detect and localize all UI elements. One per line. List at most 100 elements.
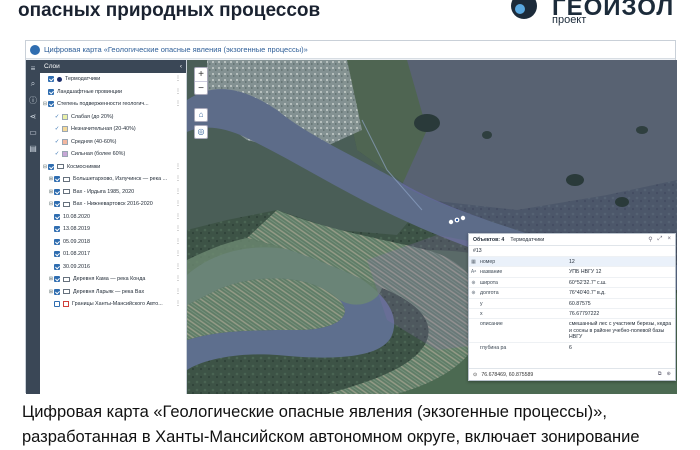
layer-menu-icon[interactable]: ⋮: [175, 175, 181, 182]
globe-icon: ⊕: [471, 279, 476, 286]
map-view[interactable]: + − ⌂ ◎ Объектов: 4 Термодатчики ⚲ ⤢ × #…: [187, 60, 677, 394]
layer-item[interactable]: ⊟ Вах - Нижневартовск 2016-2020 ⋮: [40, 198, 186, 211]
attribute-value: смешанный лес с участием березы, кедра и…: [569, 321, 672, 341]
layer-menu-icon[interactable]: ⋮: [175, 225, 181, 232]
legend-check-icon: ✓: [54, 151, 60, 158]
layer-label: Степень подверженности геологич...: [57, 101, 149, 108]
legend-check-icon: ✓: [54, 138, 60, 145]
layer-item[interactable]: ⊞ Деревня Ларьяк — река Вах ⋮: [40, 286, 186, 299]
layer-label: 05.09.2018: [63, 238, 90, 245]
layer-menu-icon[interactable]: ⋮: [175, 250, 181, 257]
folder-icon: [63, 276, 70, 282]
layer-menu-icon[interactable]: ⋮: [175, 288, 181, 295]
layer-checkbox[interactable]: [48, 88, 54, 95]
layer-menu-icon[interactable]: ⋮: [175, 163, 181, 170]
layer-item[interactable]: ⊞ Большетархово, Излучинск — река ... ⋮: [40, 173, 186, 186]
layer-checkbox[interactable]: [54, 263, 60, 270]
layer-item[interactable]: ⊟ Космоснимки ⋮: [40, 161, 186, 174]
attribute-row: Aᵃ название УПБ НВГУ 12: [469, 266, 675, 276]
layer-menu-icon[interactable]: ⋮: [175, 88, 181, 95]
attribute-key: долгота: [480, 290, 499, 297]
layer-checkbox[interactable]: [54, 301, 60, 308]
layer-checkbox[interactable]: [54, 238, 60, 245]
layer-item[interactable]: ✓ Средняя (40-60%): [40, 136, 186, 149]
layer-checkbox[interactable]: [48, 163, 54, 170]
caption-line: Цифровая карта «Геологические опасные яв…: [22, 403, 607, 421]
locate-icon[interactable]: ◎: [194, 125, 208, 139]
home-icon[interactable]: ⌂: [194, 108, 208, 122]
attribute-row: ⊕ широта 60°52'32.7" с.ш.: [469, 276, 675, 287]
layers-icon[interactable]: ≡: [26, 60, 40, 76]
layer-menu-icon[interactable]: ⋮: [175, 238, 181, 245]
layer-item[interactable]: Ландшафтные провинции ⋮: [40, 86, 186, 99]
legend-swatch: [62, 151, 68, 158]
copy-icon[interactable]: ⧉: [658, 371, 662, 378]
folder-icon: [63, 289, 70, 295]
slide-caption: Цифровая карта «Геологические опасные яв…: [22, 400, 682, 450]
layer-checkbox[interactable]: [54, 288, 60, 295]
attribute-row: x 76.67797222: [469, 308, 675, 318]
expand-icon[interactable]: ⤢: [658, 236, 663, 243]
layer-checkbox[interactable]: [54, 276, 60, 283]
layer-item[interactable]: ⊞ Вах - Ирдыга 1985, 2020 ⋮: [40, 186, 186, 199]
attribute-key: описание: [480, 321, 503, 328]
zoom-to-icon[interactable]: ⊕: [667, 371, 671, 378]
layer-checkbox[interactable]: [54, 251, 60, 258]
layer-item[interactable]: 10.08.2020 ⋮: [40, 211, 186, 224]
layer-menu-icon[interactable]: ⋮: [175, 300, 181, 307]
layers-panel-header: Слои ‹: [40, 60, 186, 73]
company-logo: ГЕОИЗОЛ проект: [500, 0, 690, 30]
layer-menu-icon[interactable]: ⋮: [175, 213, 181, 220]
layer-checkbox[interactable]: [54, 188, 60, 195]
attribute-row: описание смешанный лес с участием березы,…: [469, 318, 675, 341]
layer-checkbox[interactable]: [48, 76, 54, 83]
layer-item[interactable]: ✓ Слабая (до 20%): [40, 111, 186, 124]
layer-item[interactable]: ⊞ Деревня Кама — река Конда ⋮: [40, 273, 186, 286]
layer-item[interactable]: Границы Ханты-Мансийского Авто... ⋮: [40, 298, 186, 311]
pin-icon[interactable]: ⚲: [648, 236, 652, 243]
layer-list: Термодатчики ⋮ Ландшафтные провинции ⋮ ⊟ Степ…: [40, 73, 186, 311]
layer-checkbox[interactable]: [54, 176, 60, 183]
collapse-panel-icon[interactable]: ‹: [180, 63, 182, 70]
document-icon[interactable]: ▤: [26, 140, 40, 156]
layer-checkbox[interactable]: [48, 101, 54, 108]
legend-swatch: [62, 138, 68, 145]
layer-item[interactable]: 30.09.2016 ⋮: [40, 261, 186, 274]
print-icon[interactable]: ▭: [26, 124, 40, 140]
attribute-key: название: [480, 269, 503, 276]
layer-menu-icon[interactable]: ⋮: [175, 263, 181, 270]
layer-item[interactable]: ✓ Сильная (более 60%): [40, 148, 186, 161]
layer-checkbox[interactable]: [54, 201, 60, 208]
zoom-in-button[interactable]: +: [195, 68, 207, 81]
layer-checkbox[interactable]: [54, 213, 60, 220]
layer-label: Деревня Ларьяк — река Вах: [73, 288, 145, 295]
layer-menu-icon[interactable]: ⋮: [175, 188, 181, 195]
folder-icon: [63, 189, 70, 195]
text-icon: Aᵃ: [470, 269, 477, 276]
share-icon[interactable]: ⋖: [26, 108, 40, 124]
layer-label: Границы Ханты-Мансийского Авто...: [72, 301, 163, 308]
legend-check-icon: ✓: [54, 113, 60, 120]
layer-item[interactable]: 01.08.2017 ⋮: [40, 248, 186, 261]
info-icon[interactable]: ⓘ: [26, 92, 40, 108]
layer-menu-icon[interactable]: ⋮: [175, 100, 181, 107]
layer-item[interactable]: 05.09.2018 ⋮: [40, 236, 186, 249]
layer-menu-icon[interactable]: ⋮: [175, 275, 181, 282]
layer-item[interactable]: ✓ Незначительная (20-40%): [40, 123, 186, 136]
close-icon[interactable]: ×: [667, 236, 671, 243]
layer-checkbox[interactable]: [54, 226, 60, 233]
layer-item[interactable]: 13.08.2019 ⋮: [40, 223, 186, 236]
logo-mark-icon: [511, 0, 537, 19]
boundary-symbol-icon: [63, 301, 69, 308]
layer-menu-icon[interactable]: ⋮: [175, 75, 181, 82]
app-title-bar: Цифровая карта «Геологические опасные яв…: [26, 41, 675, 59]
layer-item[interactable]: Термодатчики ⋮: [40, 73, 186, 86]
search-icon[interactable]: ⌕: [26, 76, 40, 92]
zoom-out-button[interactable]: −: [195, 81, 207, 94]
tool-rail: ≡ ⌕ ⓘ ⋖ ▭ ▤: [26, 60, 40, 394]
layer-menu-icon[interactable]: ⋮: [175, 200, 181, 207]
layer-item[interactable]: ⊟ Степень подверженности геологич... ⋮: [40, 98, 186, 111]
point-symbol-icon: [57, 76, 62, 82]
layer-label: Вах - Ирдыга 1985, 2020: [73, 188, 135, 195]
legend-check-icon: ✓: [54, 126, 60, 133]
